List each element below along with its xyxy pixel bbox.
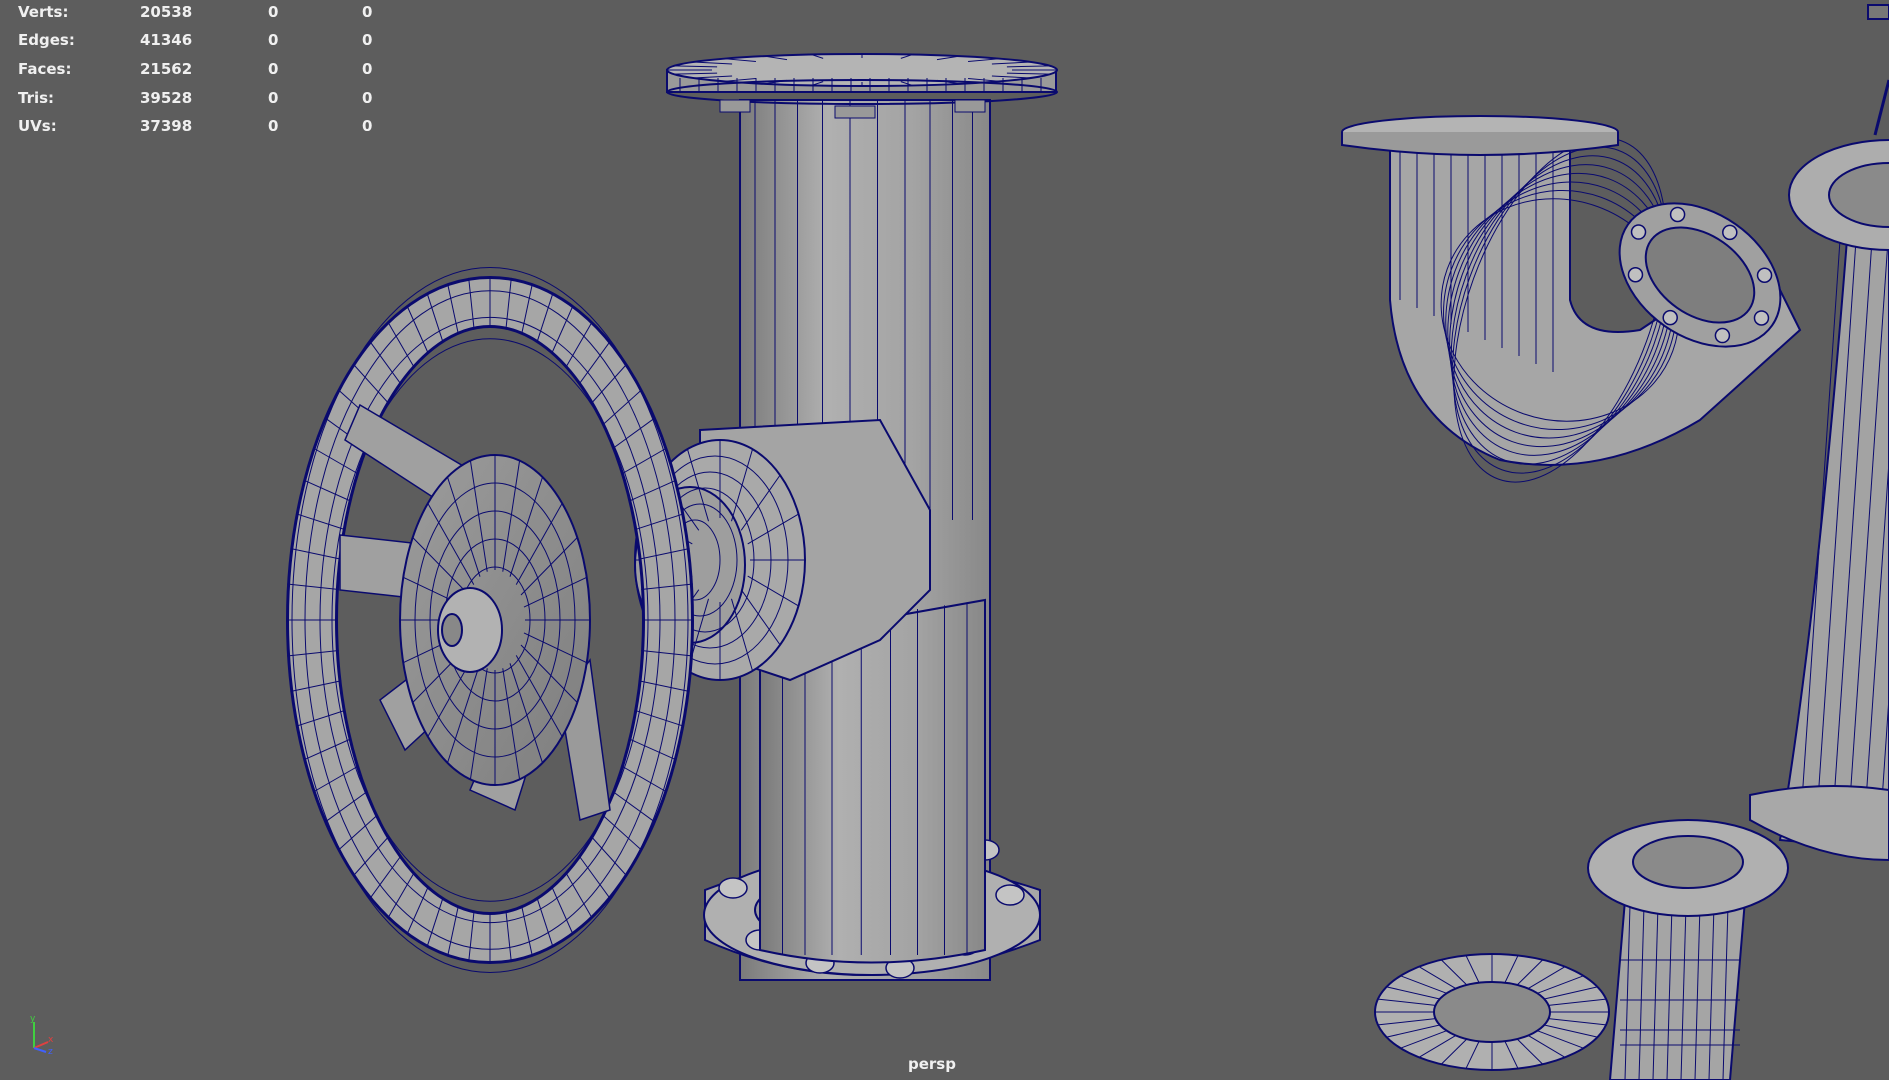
hud-total: 20538 — [140, 3, 193, 21]
axis-x-label: x — [48, 1035, 54, 1045]
scene-canvas[interactable] — [0, 0, 1889, 1080]
hud-selected: 0 — [268, 89, 279, 107]
hud-selected: 0 — [268, 60, 279, 78]
top-flange-mesh[interactable] — [666, 53, 1058, 119]
axis-orientation-icon: y x z — [30, 1014, 54, 1054]
hud-total: 41346 — [140, 31, 193, 49]
hud-label: Edges: — [18, 31, 75, 49]
axis-y-label: y — [30, 1014, 36, 1024]
hud-selected-uv: 0 — [362, 60, 373, 78]
right-edge-pipe-mesh[interactable] — [1749, 139, 1889, 862]
hud-selected: 0 — [268, 3, 279, 21]
hud-selected-uv: 0 — [362, 3, 373, 21]
hud-total: 37398 — [140, 117, 193, 135]
hud-selected-uv: 0 — [362, 31, 373, 49]
hud-label: Tris: — [18, 89, 55, 107]
axis-z-label: z — [48, 1047, 53, 1054]
3d-viewport[interactable]: Verts: 20538 0 0 Edges: 41346 0 0 Faces:… — [0, 0, 1889, 1080]
bottom-flange-ring-mesh[interactable] — [1374, 953, 1610, 1071]
hud-selected: 0 — [268, 31, 279, 49]
hud-label: UVs: — [18, 117, 57, 135]
corner-object-mesh[interactable] — [1867, 4, 1889, 136]
hud-selected: 0 — [268, 117, 279, 135]
handwheel-mesh[interactable] — [286, 267, 694, 973]
hud-selected-uv: 0 — [362, 89, 373, 107]
bottom-right-pipe-mesh[interactable] — [1587, 819, 1789, 1080]
hud-selected-uv: 0 — [362, 117, 373, 135]
hud-total: 21562 — [140, 60, 193, 78]
hud-label: Verts: — [18, 3, 69, 21]
hud-label: Faces: — [18, 60, 72, 78]
hud-total: 39528 — [140, 89, 193, 107]
camera-name-label: persp — [908, 1055, 956, 1073]
elbow-pipe-mesh[interactable] — [1341, 109, 1808, 510]
